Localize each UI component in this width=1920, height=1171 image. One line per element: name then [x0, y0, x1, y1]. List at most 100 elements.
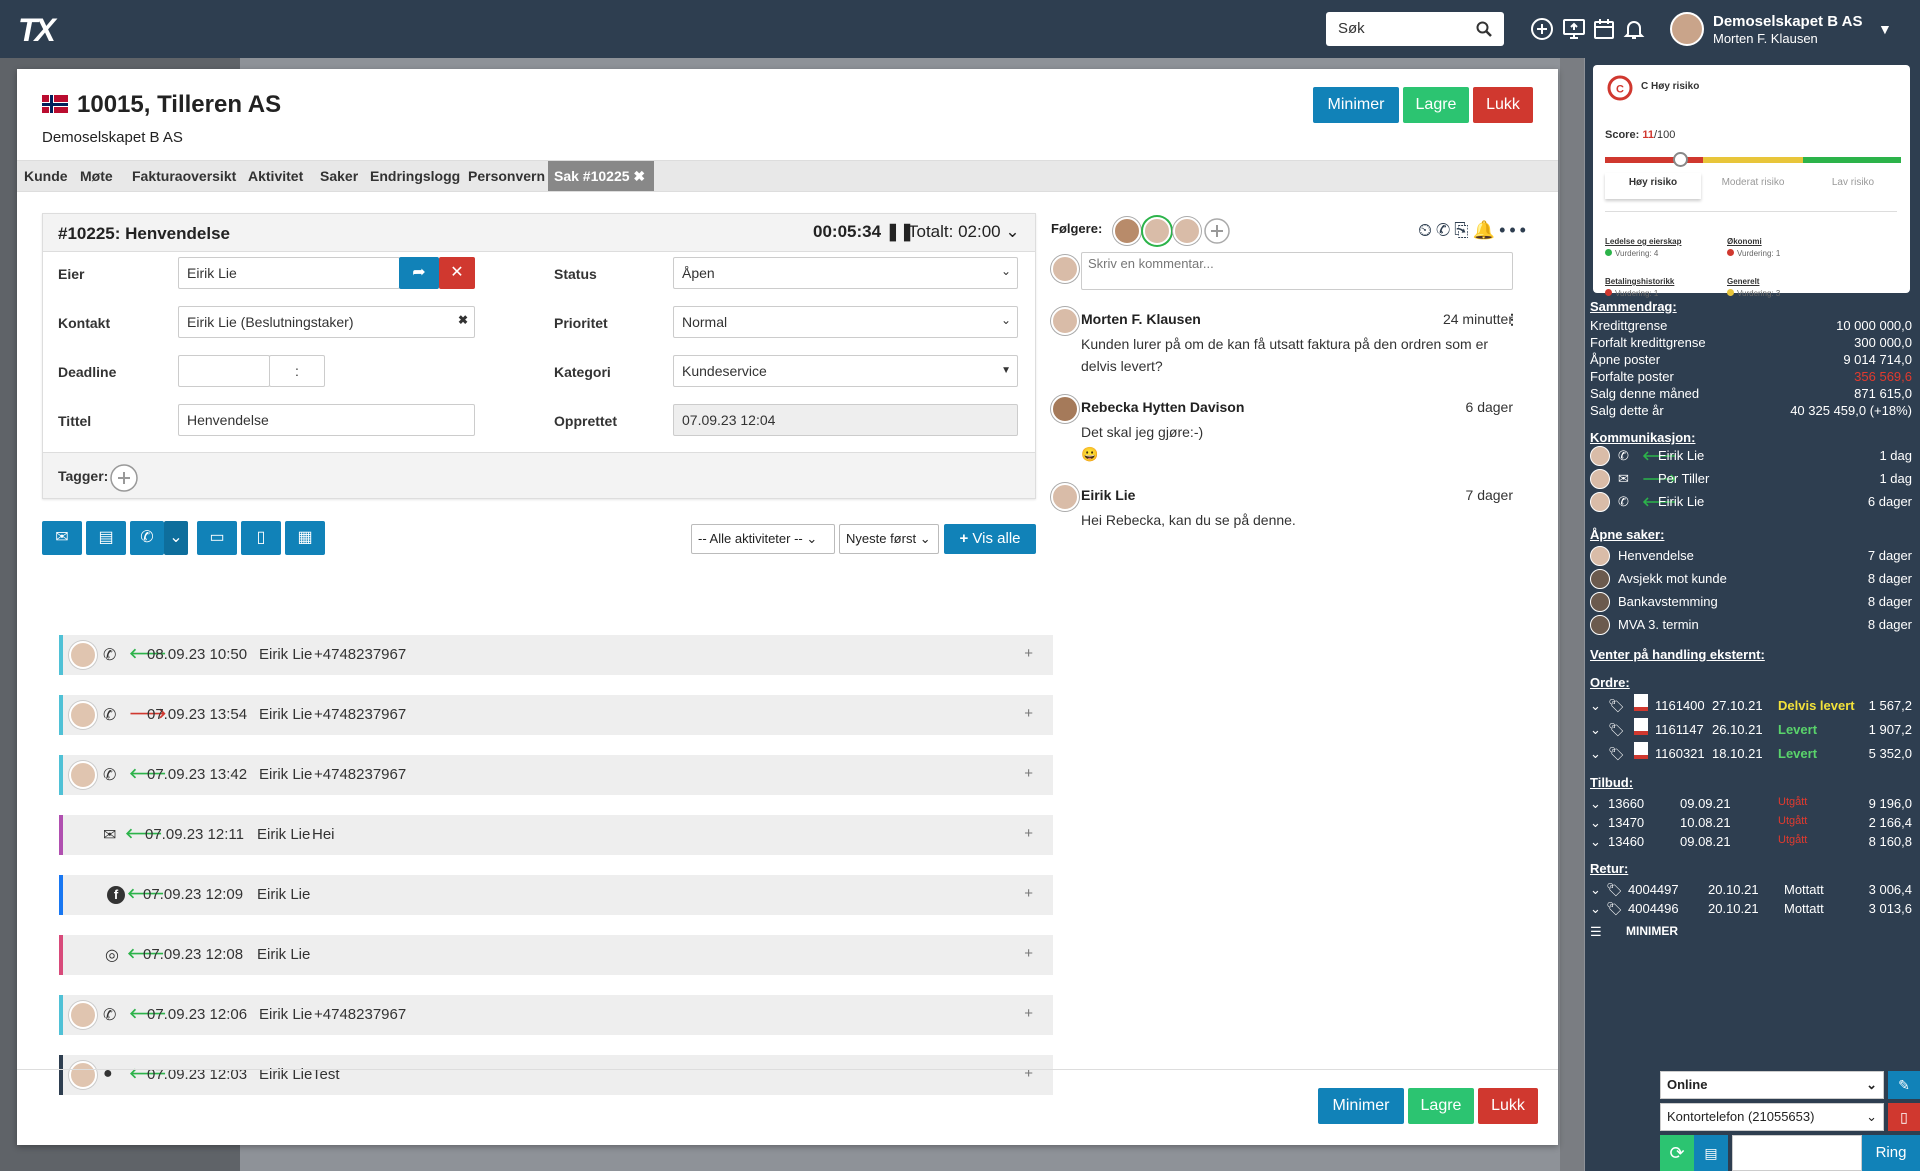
case-timer[interactable]: 00:05:34 ❚❚	[813, 222, 914, 242]
communication-row[interactable]: ✉ 🡒 Per Tiller 1 dag	[1590, 469, 1912, 491]
chevron-down-icon[interactable]: ⌄	[1005, 222, 1019, 241]
chevron-down-icon[interactable]: ▼	[1878, 21, 1892, 37]
follower-avatar[interactable]	[1113, 217, 1141, 245]
search-input[interactable]: Søk	[1326, 12, 1504, 46]
close-button[interactable]: Lukk	[1473, 87, 1533, 123]
show-all-button[interactable]: + Vis alle	[944, 524, 1036, 554]
follower-avatar[interactable]	[1173, 217, 1201, 245]
deadline-date-field[interactable]	[178, 355, 270, 387]
expand-icon[interactable]: +	[1024, 1065, 1033, 1082]
owner-field[interactable]: Eirik Lie	[178, 257, 400, 289]
new-call-button[interactable]: ✆	[130, 521, 164, 555]
expand-icon[interactable]: +	[1024, 1005, 1033, 1022]
close-button[interactable]: Lukk	[1478, 1088, 1538, 1124]
new-email-button[interactable]: ✉	[42, 521, 82, 555]
more-icon[interactable]: •••	[1499, 220, 1530, 240]
offer-row[interactable]: ⌄ 13660 09.09.21 Utgått 9 196,0	[1590, 796, 1912, 816]
expand-icon[interactable]: +	[1024, 705, 1033, 722]
open-case-row[interactable]: Bankavstemming 8 dager	[1590, 592, 1912, 614]
clear-owner-icon[interactable]: ✕	[439, 257, 475, 289]
minimize-button[interactable]: Minimer	[1318, 1088, 1404, 1124]
close-tab-icon[interactable]: ✖	[633, 168, 645, 184]
order-row[interactable]: ⌄ 🏷 1161400 27.10.21 Delvis levert 1 567,2	[1590, 694, 1912, 718]
tab-case-active[interactable]: Sak #10225 ✖	[548, 161, 654, 191]
chevron-down-icon[interactable]: ⌄	[1590, 796, 1601, 812]
comment-menu-icon[interactable]: ⋮	[1505, 311, 1519, 328]
activity-row[interactable]: ✆ 🡐 07.09.23 13:42 Eirik Lie +4748237967 +	[59, 755, 1053, 795]
title-field[interactable]: Henvendelse	[178, 404, 475, 436]
calendar-icon[interactable]	[1592, 17, 1616, 41]
activity-row[interactable]: f 🡐 07.09.23 12:09 Eirik Lie +	[59, 875, 1053, 915]
new-sms-button[interactable]: ▤	[86, 521, 126, 555]
phone-icon[interactable]: ✆	[1436, 220, 1454, 240]
chevron-down-icon[interactable]: ⌄	[1590, 698, 1601, 714]
tab-personvern[interactable]: Personvern	[462, 161, 551, 191]
expand-icon[interactable]: +	[1024, 945, 1033, 962]
return-row[interactable]: ⌄ 🏷 4004496 20.10.21 Mottatt 3 013,6	[1590, 901, 1912, 921]
activity-row[interactable]: ✆ 🡐 08.09.23 10:50 Eirik Lie +4748237967 +	[59, 635, 1053, 675]
refresh-icon[interactable]: ⟳	[1660, 1135, 1694, 1171]
new-meeting-button[interactable]: ▭	[197, 521, 237, 555]
activity-row[interactable]: ● 🡐 07.09.23 12:03 Eirik Lie Test +	[59, 1055, 1053, 1095]
activity-row[interactable]: ✉ 🡐 07.09.23 12:11 Eirik Lie Hei +	[59, 815, 1053, 855]
new-event-button[interactable]: ▦	[285, 521, 325, 555]
tab-kunde[interactable]: Kunde	[18, 161, 74, 191]
chevron-down-icon[interactable]: ⌄	[1590, 746, 1601, 762]
app-logo[interactable]: TX	[18, 12, 84, 48]
dial-number-input[interactable]	[1732, 1135, 1862, 1171]
sort-order-select[interactable]: Nyeste først ⌄	[839, 524, 939, 554]
priority-select[interactable]: Normal ⌄	[673, 306, 1018, 338]
save-button[interactable]: Lagre	[1403, 87, 1469, 123]
chevron-down-icon[interactable]: ⌄	[1590, 815, 1601, 831]
communication-row[interactable]: ✆ 🡐 Eirik Lie 1 dag	[1590, 446, 1912, 468]
activity-row[interactable]: ✆ 🡐 07.09.23 12:06 Eirik Lie +4748237967 +	[59, 995, 1053, 1035]
timer-add-icon[interactable]: ⏲	[1418, 220, 1436, 240]
pdf-icon[interactable]	[1634, 718, 1648, 735]
deadline-time-field[interactable]: :	[269, 355, 325, 387]
open-case-row[interactable]: Henvendelse 7 dager	[1590, 546, 1912, 568]
chevron-down-icon[interactable]: ⌄	[1590, 722, 1601, 738]
offer-row[interactable]: ⌄ 13470 10.08.21 Utgått 2 166,4	[1590, 815, 1912, 835]
screen-share-icon[interactable]	[1562, 17, 1586, 41]
tab-endringslogg[interactable]: Endringslogg	[364, 161, 466, 191]
communication-row[interactable]: ✆ 🡐 Eirik Lie 6 dager	[1590, 492, 1912, 514]
contacts-icon[interactable]: ▤	[1694, 1135, 1728, 1171]
tab-saker[interactable]: Saker	[314, 161, 364, 191]
pdf-icon[interactable]	[1634, 694, 1648, 711]
contact-field[interactable]: Eirik Lie (Beslutningstaker) ✖	[178, 306, 475, 338]
expand-icon[interactable]: +	[1024, 765, 1033, 782]
mobile-icon[interactable]: ▯	[1888, 1103, 1920, 1131]
activity-row[interactable]: ✆ 🡒 07.09.23 13:54 Eirik Lie +4748237967 +	[59, 695, 1053, 735]
minimize-button[interactable]: Minimer	[1313, 87, 1399, 123]
minimize-summary-button[interactable]: ☰ MINIMER	[1590, 924, 1912, 944]
chevron-down-icon[interactable]: ⌄	[1590, 901, 1601, 917]
paperclip-icon[interactable]: ⎘	[1454, 220, 1472, 240]
chevron-down-icon[interactable]: ⌄	[1590, 834, 1601, 850]
status-select[interactable]: Åpen ⌄	[673, 257, 1018, 289]
activity-filter-select[interactable]: -- Alle aktiviteter -- ⌄	[691, 524, 835, 554]
tab-mote[interactable]: Møte	[74, 161, 119, 191]
add-follower-icon[interactable]	[1203, 217, 1231, 245]
add-tag-icon[interactable]	[109, 463, 139, 493]
bell-icon[interactable]	[1622, 17, 1646, 41]
waiting-title[interactable]: Venter på handling eksternt:	[1590, 647, 1765, 662]
save-button[interactable]: Lagre	[1408, 1088, 1474, 1124]
pdf-icon[interactable]	[1634, 742, 1648, 759]
tab-aktivitet[interactable]: Aktivitet	[242, 161, 309, 191]
order-row[interactable]: ⌄ 🏷 1160321 18.10.21 Levert 5 352,0	[1590, 742, 1912, 766]
offer-row[interactable]: ⌄ 13460 09.08.21 Utgått 8 160,8	[1590, 834, 1912, 854]
open-case-row[interactable]: MVA 3. termin 8 dager	[1590, 615, 1912, 637]
expand-icon[interactable]: +	[1024, 885, 1033, 902]
activity-row[interactable]: ◎ 🡐 07.09.23 12:08 Eirik Lie +	[59, 935, 1053, 975]
assign-icon[interactable]: ➦	[399, 257, 439, 289]
clear-contact-icon[interactable]: ✖	[458, 313, 468, 327]
comment-input[interactable]: Skriv en kommentar...	[1081, 252, 1513, 290]
call-dropdown-button[interactable]: ⌄	[164, 521, 188, 555]
expand-icon[interactable]: +	[1024, 825, 1033, 842]
presence-select[interactable]: Online ⌄	[1660, 1071, 1884, 1099]
chevron-down-icon[interactable]: ⌄	[1590, 882, 1601, 898]
expand-icon[interactable]: +	[1024, 645, 1033, 662]
add-icon[interactable]	[1530, 17, 1554, 41]
return-row[interactable]: ⌄ 🏷 4004497 20.10.21 Mottatt 3 006,4	[1590, 882, 1912, 902]
open-case-row[interactable]: Avsjekk mot kunde 8 dager	[1590, 569, 1912, 591]
